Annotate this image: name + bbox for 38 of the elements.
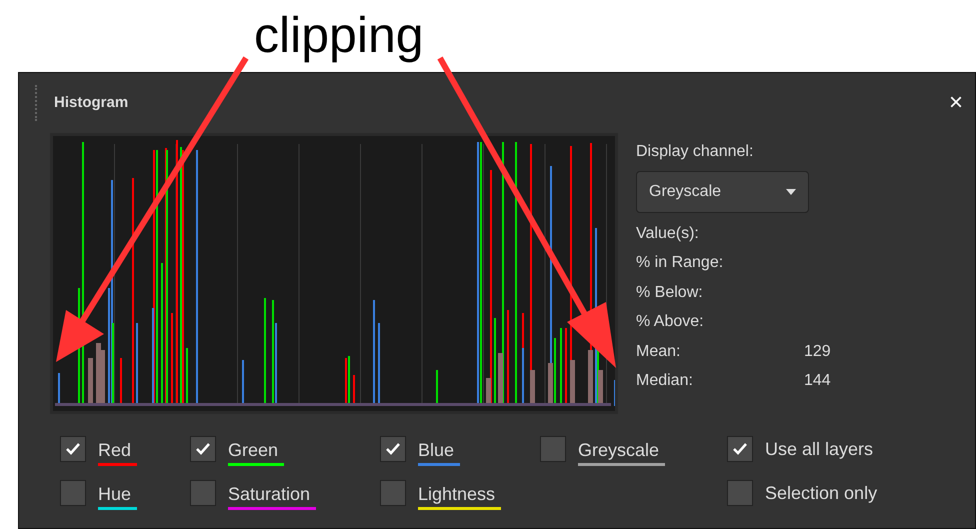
stat-label: Median: — [636, 371, 694, 392]
checkbox-label[interactable]: Saturation — [228, 482, 316, 510]
checkbox-label[interactable]: Red — [98, 438, 138, 466]
checkbox-label[interactable]: Lightness — [418, 482, 502, 510]
checkbox-label[interactable]: Blue — [418, 438, 460, 466]
close-button[interactable]: × — [944, 91, 967, 115]
checkbox[interactable] — [60, 436, 86, 462]
dropdown-caret-icon — [786, 189, 796, 195]
checkmark-icon — [65, 442, 81, 456]
display-channel-label: Display channel: — [636, 142, 754, 162]
drag-handle-icon[interactable] — [35, 85, 38, 121]
checkbox-label[interactable]: Hue — [98, 482, 138, 510]
stat-value: 144 — [804, 371, 831, 392]
panel-title: Histogram — [54, 92, 128, 113]
checkbox[interactable] — [380, 436, 406, 462]
checkbox[interactable] — [380, 480, 406, 506]
stat-label: Value(s): — [636, 224, 700, 244]
checkbox-label[interactable]: Green — [228, 438, 284, 466]
checkbox[interactable] — [727, 436, 753, 462]
checkmark-icon — [195, 442, 211, 456]
checkmark-icon — [732, 442, 748, 456]
checkbox[interactable] — [727, 480, 753, 506]
annotation-label: clipping — [254, 8, 424, 62]
checkbox[interactable] — [540, 436, 566, 462]
stat-label: % in Range: — [636, 253, 724, 274]
checkbox-label: Use all layers — [765, 438, 874, 460]
checkmark-icon — [385, 442, 401, 456]
stat-value: 129 — [804, 342, 831, 362]
stat-label: Mean: — [636, 342, 682, 362]
checkbox[interactable] — [190, 436, 216, 462]
checkbox[interactable] — [60, 480, 86, 506]
channel-dropdown[interactable]: Greyscale — [636, 171, 809, 213]
histogram-bar — [88, 358, 93, 406]
checkbox[interactable] — [190, 480, 216, 506]
stat-label: % Above: — [636, 312, 705, 332]
stat-label: % Below: — [636, 282, 704, 303]
checkbox-label[interactable]: Greyscale — [578, 438, 666, 466]
checkbox-label: Selection only — [765, 482, 878, 504]
